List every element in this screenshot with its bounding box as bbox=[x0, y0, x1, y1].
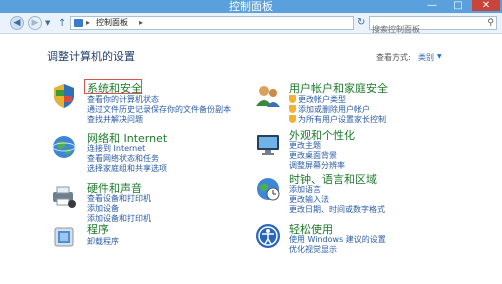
link-network-status[interactable]: 查看网络状态和任务 bbox=[87, 154, 159, 163]
link-change-theme[interactable]: 更改主题 bbox=[289, 141, 321, 150]
link-troubleshoot[interactable]: 查找并解决问题 bbox=[87, 115, 143, 124]
back-arrow-icon[interactable]: ◀ bbox=[10, 16, 24, 30]
link-recommended-settings[interactable]: 使用 Windows 建议的设置 bbox=[289, 235, 386, 244]
link-homegroup-sharing[interactable]: 选择家庭组和共享选项 bbox=[87, 164, 167, 173]
up-arrow-icon[interactable]: ↑ bbox=[58, 18, 66, 29]
shield-icon bbox=[289, 95, 296, 103]
search-icon[interactable]: ⚲ bbox=[487, 17, 494, 29]
link-add-device[interactable]: 添加设备 bbox=[87, 204, 119, 213]
system-security-icon[interactable] bbox=[50, 82, 78, 110]
title-bar: 控制面板 — □ ✕ bbox=[0, 0, 502, 13]
breadcrumb-control-panel[interactable]: 控制面板 bbox=[96, 17, 128, 29]
link-devices-printers[interactable]: 查看设备和打印机 bbox=[87, 194, 151, 203]
highlight-box bbox=[84, 79, 142, 94]
link-parental-controls[interactable]: 为所有用户设置家长控制 bbox=[289, 115, 386, 124]
link-date-time-format[interactable]: 更改日期、时间或数字格式 bbox=[289, 205, 385, 214]
close-button[interactable]: ✕ bbox=[472, 0, 500, 11]
link-view-computer-status[interactable]: 查看你的计算机状态 bbox=[87, 95, 159, 104]
link-connect-internet[interactable]: 连接到 Internet bbox=[87, 144, 145, 153]
link-uninstall-program[interactable]: 卸载程序 bbox=[87, 237, 119, 246]
address-bar[interactable]: ▸ 控制面板 ▸ ▼ bbox=[70, 16, 411, 30]
link-optimize-display[interactable]: 优化视觉显示 bbox=[289, 245, 337, 254]
category-title-user-accounts[interactable]: 用户帐户和家庭安全 bbox=[289, 80, 388, 96]
link-add-remove-accounts[interactable]: 添加或删除用户帐户 bbox=[289, 105, 370, 114]
control-panel-icon bbox=[74, 19, 83, 27]
address-bar-row: ◀ ▶ ▼ ↑ ▸ 控制面板 ▸ ▼ ↻ ⚲ bbox=[0, 13, 502, 36]
link-change-background[interactable]: 更改桌面背景 bbox=[289, 151, 337, 160]
search-input[interactable] bbox=[370, 23, 482, 36]
category-title-programs[interactable]: 程序 bbox=[87, 221, 109, 237]
maximize-button[interactable]: □ bbox=[446, 0, 470, 11]
link-change-input-method[interactable]: 更改输入法 bbox=[289, 195, 329, 204]
search-box[interactable]: ⚲ bbox=[369, 16, 497, 36]
shield-icon bbox=[289, 115, 296, 123]
hardware-sound-icon[interactable] bbox=[50, 182, 78, 210]
forward-arrow-icon[interactable]: ▶ bbox=[28, 16, 42, 30]
link-file-history-backup[interactable]: 通过文件历史记录保存你的文件备份副本 bbox=[87, 105, 231, 114]
view-by-chevron-icon[interactable]: ▼ bbox=[437, 53, 442, 60]
link-screen-resolution[interactable]: 调整屏幕分辨率 bbox=[289, 161, 345, 170]
user-accounts-icon[interactable] bbox=[254, 82, 282, 110]
network-internet-icon[interactable] bbox=[50, 133, 78, 161]
page-title: 调整计算机的设置 bbox=[47, 50, 135, 63]
clock-language-icon[interactable] bbox=[254, 175, 282, 203]
programs-icon[interactable] bbox=[50, 222, 78, 250]
link-change-account-type[interactable]: 更改帐户类型 bbox=[289, 95, 346, 104]
refresh-icon[interactable]: ↻ bbox=[357, 16, 367, 30]
minimize-button[interactable]: — bbox=[420, 0, 444, 11]
ease-of-access-icon[interactable] bbox=[254, 222, 282, 250]
recent-pages-dropdown-icon[interactable]: ▼ bbox=[45, 19, 50, 27]
view-by-label: 查看方式: bbox=[376, 53, 411, 62]
breadcrumb-separator-icon[interactable]: ▸ bbox=[139, 17, 143, 29]
shield-icon bbox=[289, 105, 296, 113]
appearance-icon[interactable] bbox=[254, 130, 282, 158]
link-add-language[interactable]: 添加语言 bbox=[289, 185, 321, 194]
view-by-dropdown[interactable]: 类别 bbox=[418, 52, 434, 63]
breadcrumb-separator-icon[interactable]: ▸ bbox=[86, 17, 90, 29]
